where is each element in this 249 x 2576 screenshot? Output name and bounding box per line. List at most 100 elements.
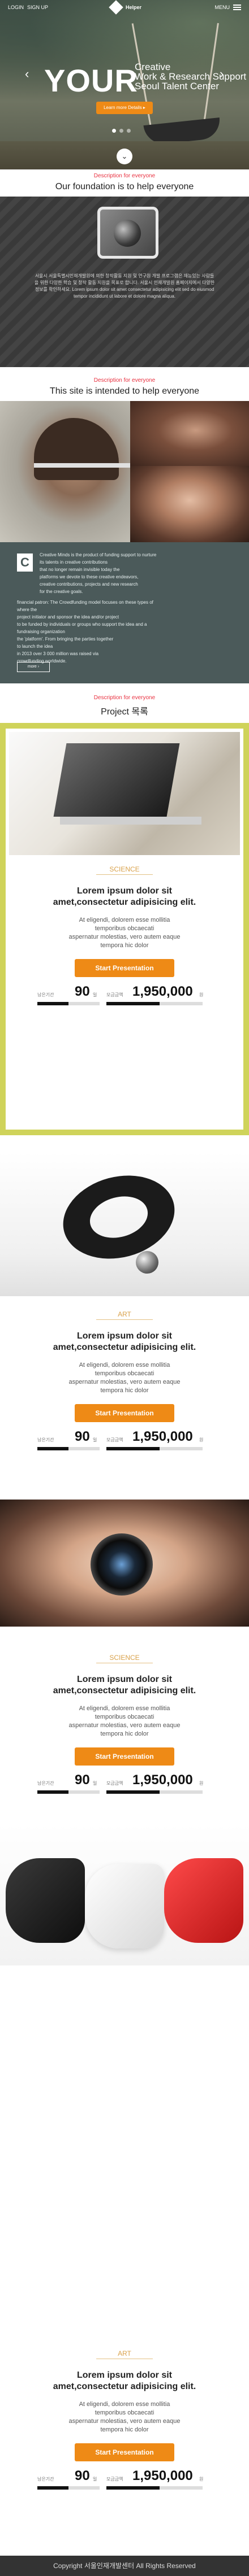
laptop-screen	[53, 743, 180, 817]
days-label: 남은기간	[37, 2477, 54, 2482]
hero-learn-more-button[interactable]: Learn more Details ▸	[96, 102, 153, 114]
photo-detail	[34, 463, 130, 468]
card-desc: tempora hic dolor	[100, 1731, 149, 1737]
hero-line-3: Seoul Talent Center	[135, 81, 220, 91]
project-card: SCIENCE Lorem ipsum dolor sit amet,conse…	[0, 1627, 249, 1965]
logo-icon[interactable]	[109, 0, 123, 15]
section-title: Our foundation is to help everyone	[55, 182, 194, 191]
card-desc: At eligendi, dolorem esse mollitia	[79, 917, 170, 923]
card-title-line-1: Lorem ipsum dolor sit	[76, 2370, 172, 2380]
days-unit: 일	[93, 1781, 97, 1786]
bracelet-shape	[53, 1163, 184, 1271]
camera-photo	[0, 1500, 249, 1627]
slide-dot[interactable]	[119, 129, 123, 133]
card-category: SCIENCE	[109, 1654, 140, 1662]
card-desc: temporibus obcaecati	[95, 2409, 154, 2416]
intended-info-section: C Creative Minds is the product of fundi…	[0, 542, 249, 683]
slide-prev-arrow-icon[interactable]: ‹	[25, 67, 29, 81]
bracelet-ball	[136, 1251, 158, 1274]
start-presentation-button[interactable]: Start Presentation	[75, 1747, 174, 1766]
hero-banner: LOGIN SIGN UP Helper MENU ‹ › YOUR Creat…	[0, 0, 249, 169]
hamburger-menu-icon[interactable]	[233, 5, 241, 10]
card-title-line-2: amet,consectetur adipisicing elit.	[53, 1343, 196, 1352]
camera-lens	[91, 1533, 153, 1596]
slide-pagination	[112, 125, 134, 136]
login-link[interactable]: LOGIN	[8, 5, 24, 10]
amount-label: 모금금액	[106, 1781, 123, 1786]
photo-woman-portrait	[130, 401, 249, 466]
card-desc: At eligendi, dolorem esse mollitia	[79, 1362, 170, 1368]
days-progress-bar	[37, 1002, 100, 1005]
days-value: 90	[75, 1429, 90, 1444]
slide-dot[interactable]	[127, 129, 131, 133]
amount-progress-bar	[106, 1447, 203, 1450]
card-category: SCIENCE	[109, 865, 140, 873]
amount-progress-bar	[106, 1002, 203, 1005]
days-progress-fill	[37, 2486, 68, 2490]
foundation-body: 서울시 서울특별시인재개발원에 의한 창작활동 지원 및 연구원 개발 프로그램…	[34, 273, 215, 299]
hero-line-1: Creative	[135, 62, 171, 72]
section-label: Description for everyone	[93, 377, 156, 383]
amount-value: 1,950,000	[132, 2468, 193, 2483]
amount-label: 모금금액	[106, 992, 123, 997]
menu-label[interactable]: MENU	[215, 5, 230, 10]
bracelet-photo	[0, 1152, 249, 1296]
card-desc: At eligendi, dolorem esse mollitia	[79, 2401, 170, 2408]
days-progress-fill	[37, 1447, 68, 1450]
days-progress-bar	[37, 1790, 100, 1794]
amount-progress-fill	[106, 1790, 160, 1794]
card-desc: tempora hic dolor	[100, 2426, 149, 2433]
red-product	[164, 1858, 243, 1943]
logo-text[interactable]: Helper	[126, 5, 141, 10]
scroll-down-icon[interactable]: ⌄	[117, 149, 132, 164]
start-presentation-button[interactable]: Start Presentation	[75, 959, 174, 977]
card-category: ART	[118, 2350, 131, 2357]
start-presentation-button[interactable]: Start Presentation	[75, 1404, 174, 1422]
device-lens	[114, 220, 141, 247]
signup-link[interactable]: SIGN UP	[27, 5, 48, 10]
section-title: This site is intended to help everyone	[49, 386, 200, 396]
days-unit: 일	[93, 2477, 97, 2482]
amount-value: 1,950,000	[132, 1429, 193, 1444]
days-progress-fill	[37, 1002, 68, 1005]
card-desc: aspernatur molestias, vero autem eaque	[68, 934, 181, 940]
device-image	[97, 207, 158, 259]
c-logo-icon: C	[17, 553, 33, 572]
foundation-section: 서울시 서울특별시인재개발원에 의한 창작활동 지원 및 연구원 개발 프로그램…	[0, 197, 249, 367]
laptop-base	[60, 817, 201, 825]
card-title-line-1: Lorem ipsum dolor sit	[76, 886, 172, 896]
more-button[interactable]: more ›	[17, 662, 50, 672]
card-title-line-2: amet,consectetur adipisicing elit.	[53, 1686, 196, 1695]
card-desc: aspernatur molestias, vero autem eaque	[68, 1722, 181, 1729]
days-progress-bar	[37, 1447, 100, 1450]
section-label: Description for everyone	[93, 695, 156, 701]
slide-dot[interactable]	[112, 129, 116, 133]
card-title-line-1: Lorem ipsum dolor sit	[76, 1331, 172, 1341]
days-value: 90	[75, 984, 90, 999]
black-product	[6, 1858, 85, 1943]
days-value: 90	[75, 2468, 90, 2483]
amount-unit: 원	[199, 2477, 204, 2482]
amount-label: 모금금액	[106, 2477, 123, 2482]
laptop-photo	[9, 732, 240, 855]
days-progress-bar	[37, 2486, 100, 2490]
card-desc: aspernatur molestias, vero autem eaque	[68, 1379, 181, 1385]
footer-copyright: Copyright 서울인재개발센터 All Rights Reserved	[0, 2556, 249, 2576]
card-desc: tempora hic dolor	[100, 942, 149, 949]
hero-headline: YOUR	[44, 63, 138, 98]
category-divider	[96, 874, 153, 875]
amount-unit: 원	[199, 992, 204, 997]
section-title: Project 목록	[101, 707, 148, 717]
card-title-line-1: Lorem ipsum dolor sit	[76, 1675, 172, 1684]
card-title-line-2: amet,consectetur adipisicing elit.	[53, 897, 196, 907]
days-label: 남은기간	[37, 1437, 54, 1442]
amount-value: 1,950,000	[132, 1772, 193, 1788]
days-unit: 일	[93, 1437, 97, 1442]
photo-woman-closeup	[130, 466, 249, 542]
card-desc: temporibus obcaecati	[95, 925, 154, 932]
hero-line-2: Work & Research Support	[135, 71, 247, 82]
amount-progress-fill	[106, 1002, 160, 1005]
start-presentation-button[interactable]: Start Presentation	[75, 2443, 174, 2461]
card-desc: tempora hic dolor	[100, 1387, 149, 1394]
amount-progress-bar	[106, 1790, 203, 1794]
